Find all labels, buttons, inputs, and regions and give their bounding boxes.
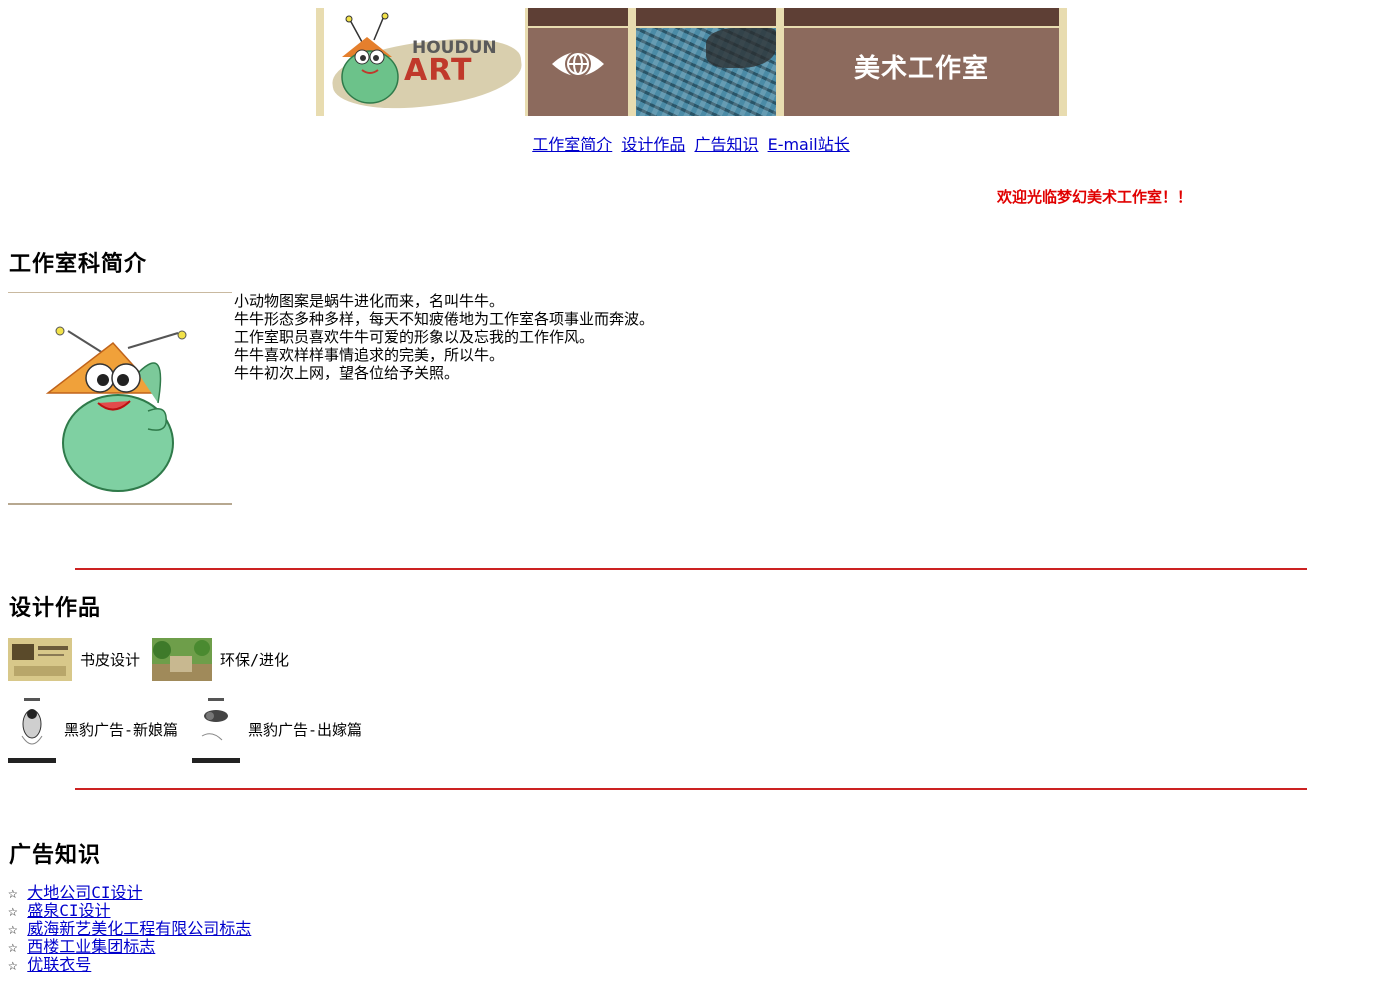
snail-mascot-image — [8, 292, 232, 505]
snail-mascot-icon — [45, 326, 187, 492]
banner-title: 美术工作室 — [853, 54, 989, 84]
list-item: ☆ 优联衣号 — [8, 956, 251, 974]
list-item: ☆ 盛泉CI设计 — [8, 902, 251, 920]
star-icon: ☆ — [8, 901, 18, 920]
eye-panel — [528, 8, 628, 116]
ad-link-shengquan[interactable]: 盛泉CI设计 — [27, 901, 110, 920]
houdun-art-logo: HOUDUN ART — [324, 8, 525, 116]
work-item-heibao-marriage[interactable]: 黑豹广告-出嫁篇 — [192, 696, 362, 763]
ads-link-list: ☆ 大地公司CI设计 ☆ 盛泉CI设计 ☆ 威海新艺美化工程有限公司标志 ☆ 西… — [8, 884, 251, 974]
ad-link-dadi[interactable]: 大地公司CI设计 — [27, 883, 142, 902]
work-label: 环保/进化 — [220, 651, 290, 669]
title-panel: 美术工作室 — [784, 8, 1059, 116]
ads-heading: 广告知识 — [9, 842, 102, 868]
nav-link-intro[interactable]: 工作室简介 — [532, 135, 612, 154]
header-banner: HOUDUN ART 美术工作室 — [316, 8, 1067, 116]
star-icon: ☆ — [8, 919, 18, 938]
section-divider — [75, 788, 1307, 790]
keyboard-photo — [636, 8, 776, 116]
ad-link-xilou[interactable]: 西楼工业集团标志 — [27, 937, 155, 956]
work-label: 黑豹广告-新娘篇 — [64, 721, 179, 739]
list-item: ☆ 威海新艺美化工程有限公司标志 — [8, 920, 251, 938]
star-icon: ☆ — [8, 955, 18, 974]
work-label: 黑豹广告-出嫁篇 — [248, 721, 363, 739]
works-heading: 设计作品 — [9, 595, 102, 621]
intro-line: 牛牛初次上网，望各位给予关照。 — [234, 364, 460, 382]
ad-link-weihai[interactable]: 威海新艺美化工程有限公司标志 — [27, 919, 251, 938]
nav-link-ads[interactable]: 广告知识 — [694, 135, 758, 154]
star-icon: ☆ — [8, 883, 18, 902]
environment-thumbnail[interactable] — [152, 638, 212, 681]
intro-heading: 工作室科简介 — [9, 251, 148, 277]
welcome-marquee: 欢迎光临梦幻美术工作室！！ — [997, 188, 1193, 206]
heibao-marriage-thumbnail[interactable] — [192, 696, 240, 763]
intro-text: 小动物图案是蜗牛进化而来，名叫牛牛。 牛牛形态多种多样，每天不知疲倦地为工作室各… — [234, 292, 654, 382]
ad-link-youlian[interactable]: 优联衣号 — [27, 955, 91, 974]
section-divider — [75, 568, 1307, 570]
work-item-heibao-bride[interactable]: 黑豹广告-新娘篇 — [8, 696, 178, 763]
work-item-book-cover[interactable]: 书皮设计 — [8, 638, 140, 681]
book-cover-thumbnail[interactable] — [8, 638, 72, 681]
intro-line: 工作室职员喜欢牛牛可爱的形象以及忘我的工作作风。 — [234, 328, 595, 346]
intro-line: 牛牛喜欢样样事情追求的完美，所以牛。 — [234, 346, 505, 364]
intro-line: 小动物图案是蜗牛进化而来，名叫牛牛。 — [234, 292, 505, 310]
list-item: ☆ 大地公司CI设计 — [8, 884, 251, 902]
top-nav: 工作室简介 设计作品 广告知识 E-mail站长 — [0, 131, 1382, 155]
nav-link-works[interactable]: 设计作品 — [621, 135, 685, 154]
list-item: ☆ 西楼工业集团标志 — [8, 938, 251, 956]
work-item-environment[interactable]: 环保/进化 — [152, 638, 289, 681]
eye-globe-icon — [552, 51, 604, 77]
work-label: 书皮设计 — [80, 651, 141, 669]
page: HOUDUN ART 美术工作室 工作室简介 设计作品 广告知识 E-mail站… — [0, 0, 1382, 982]
logo-text-art: ART — [404, 53, 473, 88]
nav-link-email[interactable]: E-mail站长 — [768, 135, 850, 154]
heibao-bride-thumbnail[interactable] — [8, 696, 56, 763]
intro-line: 牛牛形态多种多样，每天不知疲倦地为工作室各项事业而奔波。 — [234, 310, 655, 328]
star-icon: ☆ — [8, 937, 18, 956]
